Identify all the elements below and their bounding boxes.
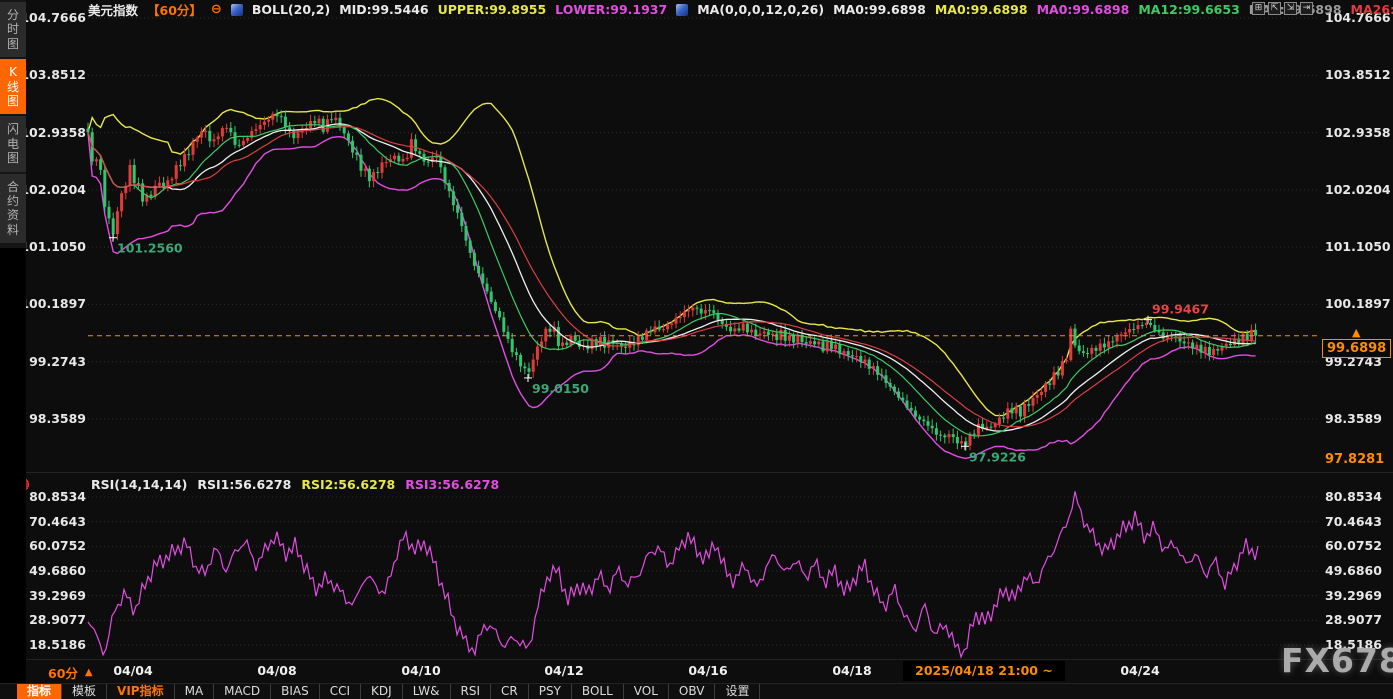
toolbar-item-BOLL[interactable]: BOLL — [572, 684, 624, 699]
last-price-box: 99.6898 — [1322, 339, 1391, 358]
scroll-right-icon[interactable]: ⇥ — [1300, 2, 1313, 15]
time-axis: 60分 ▲ 2025/04/18 21:00 ~ 22:00 五 04/04 04… — [0, 660, 1393, 682]
axis-tick-label: 39.2969 — [29, 588, 86, 603]
rsi1-value: RSI1:56.6278 — [197, 477, 291, 492]
trading-terminal: 101.2560 99.0150 97.9226 99.9467 分时图 K线图闪电图合… — [0, 0, 1393, 699]
date-label: 04/10 — [401, 663, 440, 678]
toolbar-item-VOL[interactable]: VOL — [624, 684, 669, 699]
toolbar-item-RSI[interactable]: RSI — [451, 684, 492, 699]
axis-tick-label: 70.4643 — [29, 514, 86, 529]
axis-tick-label: 80.8534 — [1325, 489, 1382, 504]
date-label: 04/08 — [257, 663, 296, 678]
sidebar-tab-strip: 分时图 K线图闪电图合约资料 — [0, 0, 26, 699]
date-label: 04/16 — [688, 663, 727, 678]
ma-value: MA0:99.6898 — [1037, 2, 1130, 17]
sidebar-tabs: 分时图 K线图闪电图合约资料 — [0, 0, 26, 248]
toolbar-item-MACD[interactable]: MACD — [214, 684, 271, 699]
period-selector[interactable]: 60分 ▲ — [48, 663, 93, 682]
ma-value: MA0:99.6898 — [833, 2, 926, 17]
axis-tick-label: 60.0752 — [29, 538, 86, 553]
rsi-axis-left: 80.853470.464360.075249.686039.296928.90… — [28, 0, 86, 699]
toolbar-item-LW&[interactable]: LW& — [403, 684, 451, 699]
toolbar-item-MA[interactable]: MA — [175, 684, 215, 699]
symbol-name: 美元指数 — [88, 0, 138, 19]
price-flag-icon: ▲ — [1352, 326, 1360, 339]
toolbar-item-指标[interactable]: 指标 — [17, 684, 62, 699]
period-menu-icon[interactable]: ⊖ — [211, 3, 222, 16]
panel-divider — [26, 472, 1393, 473]
toolbar-item-VIP指标[interactable]: VIP指标 — [107, 684, 175, 699]
y-axis-scale-icon[interactable]: ⇱ — [1268, 2, 1281, 15]
axis-tick-label: 18.5186 — [29, 637, 86, 652]
date-label: 04/24 — [1120, 663, 1159, 678]
ma-legend-icon[interactable] — [676, 4, 688, 16]
extreme-price-label: 99.0150 — [532, 381, 589, 396]
axis-tick-label: 49.6860 — [29, 563, 86, 578]
ma-name: MA(0,0,0,12,0,26) — [697, 2, 824, 17]
boll-upper-value: UPPER:99.8955 — [438, 2, 547, 17]
sidebar-tab-label: 合约资料 — [6, 180, 20, 238]
extreme-price-label: 101.2560 — [117, 241, 183, 256]
period-selector-label: 60分 — [48, 663, 78, 682]
axis-tick-label: 60.0752 — [1325, 538, 1382, 553]
x-axis-scale-icon[interactable]: ⇲ — [1284, 2, 1297, 15]
sidebar-tab-label: K线图 — [6, 65, 20, 108]
period-label[interactable]: 【60分】 — [147, 0, 202, 19]
rsi-header: ✛ RSI(14,14,14) RSI1:56.6278 RSI2:56.627… — [16, 477, 499, 492]
boll-lower-value: LOWER:99.1937 — [555, 2, 667, 17]
boll-mid-value: MID:99.5446 — [339, 2, 428, 17]
ma-value: MA0:99.6898 — [935, 2, 1028, 17]
ma-value: MA12:99.6653 — [1138, 2, 1239, 17]
sidebar-tab-label: 分时图 — [6, 8, 20, 51]
chart-corner-toolbar: ⊞⇱⇲⇥ — [1252, 2, 1313, 15]
rsi3-value: RSI3:56.6278 — [405, 477, 499, 492]
ma-value: MA26:99.5042 — [1351, 2, 1393, 17]
toolbar-item-模板[interactable]: 模板 — [62, 684, 107, 699]
toolbar-item-OBV[interactable]: OBV — [669, 684, 716, 699]
date-label: 04/04 — [113, 663, 152, 678]
date-label: 04/18 — [832, 663, 871, 678]
date-label: 04/12 — [544, 663, 583, 678]
boll-name: BOLL(20,2) — [252, 2, 330, 17]
sidebar-tab-K线图[interactable]: K线图 — [0, 59, 26, 114]
extreme-price-label: 99.9467 — [1152, 302, 1209, 317]
sidebar-tab-label: 闪电图 — [6, 122, 20, 165]
axis-tick-label: 39.2969 — [1325, 588, 1382, 603]
rsi2-value: RSI2:56.6278 — [301, 477, 395, 492]
toolbar-item-BIAS[interactable]: BIAS — [271, 684, 320, 699]
toolbar-item-CCI[interactable]: CCI — [320, 684, 361, 699]
toolbar-item-CR[interactable]: CR — [491, 684, 529, 699]
toolbar-item-KDJ[interactable]: KDJ — [361, 684, 403, 699]
indicator-toolbar: 指标模板VIP指标MAMACDBIASCCIKDJLW&RSICRPSYBOLL… — [0, 683, 1393, 699]
axis-tick-label: 49.6860 — [1325, 563, 1382, 578]
sidebar-tab-闪电图[interactable]: 闪电图 — [0, 116, 26, 171]
toolbar-item-设置[interactable]: 设置 — [715, 684, 760, 699]
axis-tick-label: 70.4643 — [1325, 514, 1382, 529]
boll-legend-icon[interactable] — [231, 4, 243, 16]
chart-canvas[interactable]: 101.2560 99.0150 97.9226 99.9467 — [0, 0, 1393, 699]
session-low-label: 97.8281 — [1325, 452, 1384, 467]
selected-bar-time: 2025/04/18 21:00 ~ 22:00 五 — [903, 661, 1065, 681]
sidebar-tab-分时图[interactable]: 分时图 — [0, 2, 26, 57]
toolbar-item-PSY[interactable]: PSY — [529, 684, 572, 699]
sidebar-tab-合约资料[interactable]: 合约资料 — [0, 174, 26, 244]
extreme-price-label: 97.9226 — [969, 449, 1026, 464]
axis-tick-label: 28.9077 — [29, 612, 86, 627]
dropdown-arrow-icon: ▲ — [85, 667, 93, 678]
indicator-header: 美元指数 【60分】 ⊖ BOLL(20,2) MID:99.5446 UPPE… — [88, 2, 1393, 17]
axis-tick-label: 28.9077 — [1325, 612, 1382, 627]
rsi-params: RSI(14,14,14) — [91, 477, 187, 492]
pane-layout-icon[interactable]: ⊞ — [1252, 2, 1265, 15]
